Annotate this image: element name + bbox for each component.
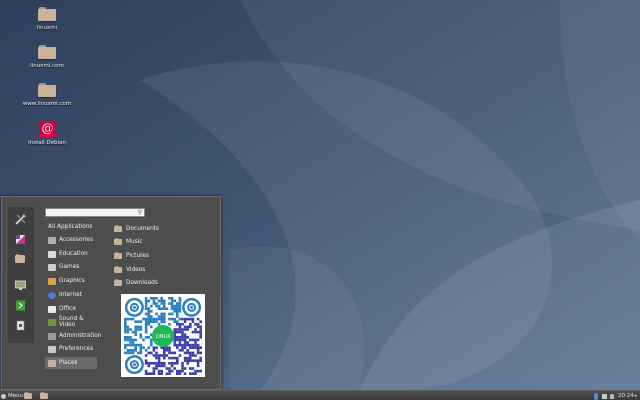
clock-label: 20:24 — [618, 393, 634, 399]
office-icon — [48, 305, 56, 313]
games-icon — [48, 263, 56, 271]
files-icon[interactable] — [13, 253, 27, 265]
place-label: Downloads — [126, 280, 158, 286]
desktop-icon-install-debian[interactable]: @ Install Debian — [15, 121, 79, 146]
folder-icon — [24, 392, 32, 399]
folder-icon — [38, 83, 56, 99]
category-label: Internet — [59, 292, 83, 298]
administration-icon — [48, 332, 56, 340]
desktop-icon-label: linuxmi — [36, 25, 58, 31]
folder-icon — [114, 238, 122, 245]
category-accessories[interactable]: Accessories — [45, 234, 97, 246]
place-label: Music — [126, 239, 143, 245]
category-graphics[interactable]: Graphics — [45, 275, 97, 287]
desktop-icon-linuxmi-com[interactable]: linuxmi.com — [15, 45, 79, 69]
place-label: Videos — [126, 267, 146, 273]
folder-icon — [38, 7, 56, 23]
category-internet[interactable]: Internet — [45, 289, 97, 301]
desktop-icon-label: www.linuxmi.com — [22, 101, 72, 107]
panel-clock[interactable]: 20:24 — [618, 392, 634, 400]
preferences-icon — [48, 345, 56, 353]
category-label: Administration — [59, 333, 102, 339]
place-downloads[interactable]: Downloads — [114, 277, 158, 289]
category-preferences[interactable]: Preferences — [45, 343, 97, 355]
folder-icon — [114, 225, 122, 232]
folder-icon — [38, 45, 56, 61]
accessories-icon — [48, 236, 56, 244]
folder-icon — [114, 252, 122, 259]
volume-icon[interactable]: ◂ — [634, 392, 637, 400]
panel-launcher-home[interactable] — [40, 392, 48, 400]
category-label: Office — [59, 306, 76, 312]
category-label: Games — [59, 264, 80, 270]
graphics-icon — [48, 277, 56, 285]
sound-video-icon — [48, 318, 56, 326]
menu-button[interactable]: Menu — [1, 392, 23, 400]
place-label: Documents — [126, 226, 160, 232]
category-label: Education — [59, 251, 88, 257]
search-icon: ⚲ — [137, 209, 142, 216]
favorites-sidebar — [8, 207, 34, 343]
category-label: Places — [59, 360, 78, 366]
menu-icon — [1, 393, 6, 399]
folder-icon — [40, 392, 48, 399]
places-icon — [48, 359, 56, 367]
debian-installer-icon: @ — [38, 121, 56, 138]
logout-icon[interactable] — [13, 299, 27, 311]
desktop-icon-linuxmi[interactable]: linuxmi — [15, 7, 79, 31]
category-places[interactable]: Places — [45, 357, 97, 369]
qr-center-label: LINUX — [155, 334, 171, 340]
folder-icon — [114, 279, 122, 286]
place-videos[interactable]: Videos — [114, 264, 145, 276]
menu-label: Menu — [8, 393, 24, 399]
desktop-icon-label: Install Debian — [28, 140, 66, 146]
bottom-panel: Menu 20:24 ◂ — [0, 390, 640, 400]
qr-code-image: LINUX — [121, 294, 205, 377]
desktop-icon-label: linuxmi.com — [30, 63, 64, 69]
network-icon[interactable] — [602, 392, 607, 400]
category-education[interactable]: Education — [45, 248, 97, 260]
place-pictures[interactable]: Pictures — [114, 250, 149, 262]
category-label: Graphics — [59, 278, 85, 284]
place-label: Pictures — [126, 253, 149, 259]
image-editor-icon[interactable] — [13, 233, 27, 245]
category-games[interactable]: Games — [45, 261, 97, 273]
desktop-icon-www-linuxmi-com[interactable]: www.linuxmi.com — [15, 83, 79, 107]
panel-launcher-files[interactable] — [24, 392, 32, 400]
search-input[interactable]: ⚲ — [45, 208, 145, 217]
application-menu: ⚲ All Applications Accessories Education… — [1, 196, 221, 390]
place-documents[interactable]: Documents — [114, 223, 159, 235]
category-label: Sound & Video — [59, 316, 84, 328]
category-label: Accessories — [59, 237, 93, 243]
display-settings-icon[interactable] — [13, 279, 27, 291]
category-all-applications[interactable]: All Applications — [45, 221, 97, 233]
user-icon[interactable] — [610, 392, 614, 400]
lock-icon[interactable] — [13, 319, 27, 331]
category-administration[interactable]: Administration — [45, 330, 101, 342]
bluetooth-icon[interactable] — [594, 392, 598, 400]
system-tools-icon[interactable] — [13, 213, 27, 225]
category-office[interactable]: Office — [45, 303, 97, 315]
folder-icon — [114, 266, 122, 273]
category-label: All Applications — [48, 224, 93, 230]
category-label: Preferences — [59, 346, 94, 352]
education-icon — [48, 250, 56, 258]
internet-icon — [48, 291, 56, 299]
category-sound-video[interactable]: Sound & Video — [45, 316, 97, 328]
place-music[interactable]: Music — [114, 236, 143, 248]
